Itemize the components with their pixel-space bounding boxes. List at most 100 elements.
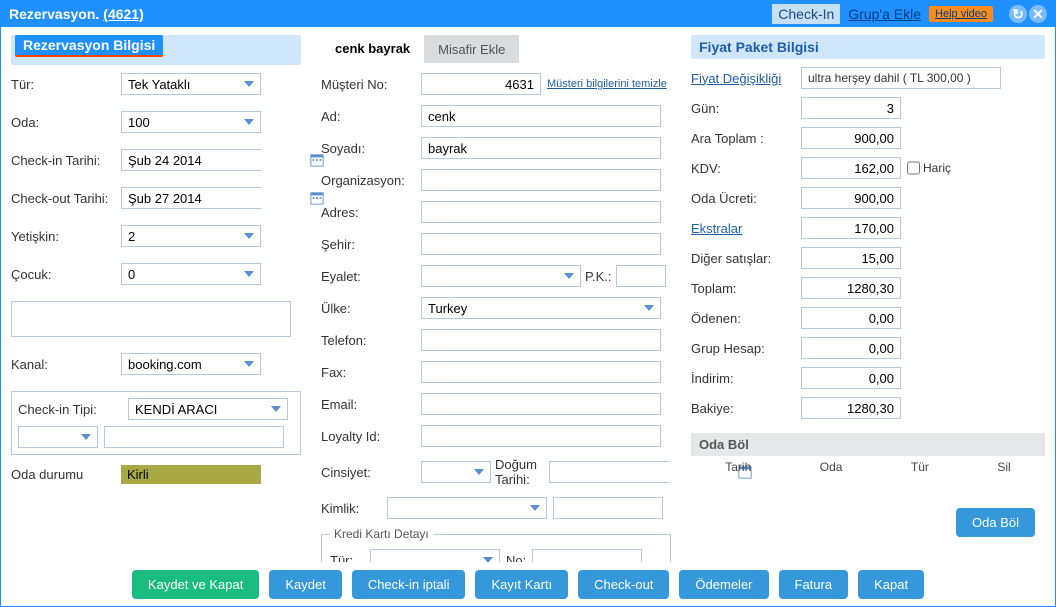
checkin-date-input[interactable] <box>121 149 261 171</box>
room-fee-value[interactable] <box>801 187 901 209</box>
split-col-room: Oda <box>820 460 843 474</box>
organization-label: Organizasyon: <box>321 173 421 188</box>
room-status-value: Kirli <box>121 465 261 484</box>
save-button[interactable]: Kaydet <box>269 570 341 599</box>
room-split-columns: Tarih Oda Tür Sil <box>691 456 1045 478</box>
split-col-date: Tarih <box>725 460 751 474</box>
checkout-date-field[interactable] <box>122 188 310 208</box>
customer-no-input[interactable] <box>421 73 541 95</box>
type-select[interactable] <box>121 73 261 95</box>
postcode-input[interactable] <box>616 265 666 287</box>
clear-customer-link[interactable]: Müsteri bilgilerini temizle <box>547 78 667 90</box>
identity-label: Kimlik: <box>321 501 381 516</box>
close-icon[interactable]: ✕ <box>1029 5 1047 23</box>
pricing-header: Fiyat Paket Bilgisi <box>691 35 1045 59</box>
state-select[interactable] <box>421 265 581 287</box>
room-select[interactable] <box>121 111 261 133</box>
customer-no-label: Müşteri No: <box>321 77 421 92</box>
extras-link[interactable]: Ekstralar <box>691 221 801 236</box>
reservation-id[interactable]: (4621) <box>103 6 143 22</box>
address-input[interactable] <box>421 201 661 223</box>
adult-label: Yetişkin: <box>11 229 121 244</box>
package-text: ultra herşey dahil ( TL 300,00 ) <box>801 67 1001 89</box>
tab-guest-active[interactable]: cenk bayrak <box>321 35 424 63</box>
tab-add-guest[interactable]: Misafir Ekle <box>424 35 519 63</box>
credit-card-legend: Kredi Kartı Detayı <box>330 527 433 541</box>
room-fee-label: Oda Ücreti: <box>691 191 801 206</box>
total-value[interactable] <box>801 277 901 299</box>
birthdate-input[interactable] <box>549 461 669 483</box>
checkout-button[interactable]: Check-out <box>578 570 669 599</box>
lastname-label: Soyadı: <box>321 141 421 156</box>
room-status-label: Oda durumu <box>11 467 121 482</box>
channel-select[interactable] <box>121 353 261 375</box>
split-col-delete: Sil <box>997 460 1010 474</box>
country-label: Ülke: <box>321 301 421 316</box>
checkin-type-select[interactable] <box>128 398 288 420</box>
gender-label: Cinsiyet: <box>321 465 421 480</box>
city-input[interactable] <box>421 233 661 255</box>
gender-select[interactable] <box>421 461 491 483</box>
paid-value[interactable] <box>801 307 901 329</box>
lastname-input[interactable] <box>421 137 661 159</box>
phone-label: Telefon: <box>321 333 421 348</box>
save-close-button[interactable]: Kaydet ve Kapat <box>132 570 259 599</box>
checkin-type-sub2[interactable] <box>104 426 284 448</box>
identity-no-input[interactable] <box>553 497 663 519</box>
reg-card-button[interactable]: Kayıt Kartı <box>475 570 568 599</box>
refresh-icon[interactable]: ↻ <box>1009 5 1027 23</box>
payments-button[interactable]: Ödemeler <box>679 570 768 599</box>
group-add-link[interactable]: Grup'a Ekle <box>848 6 921 22</box>
checkin-link[interactable]: Check-In <box>772 4 840 24</box>
checkout-date-input[interactable] <box>121 187 261 209</box>
identity-type-select[interactable] <box>387 497 547 519</box>
extras-value[interactable] <box>801 217 901 239</box>
email-label: Email: <box>321 397 421 412</box>
checkin-type-sub1[interactable] <box>18 426 98 448</box>
birthdate-label: Doğum Tarihi: <box>495 457 545 487</box>
checkin-date-field[interactable] <box>122 150 310 170</box>
cc-type-select[interactable] <box>370 549 500 562</box>
loyalty-input[interactable] <box>421 425 661 447</box>
country-select[interactable] <box>421 297 661 319</box>
phone-input[interactable] <box>421 329 661 351</box>
fax-label: Fax: <box>321 365 421 380</box>
email-input[interactable] <box>421 393 661 415</box>
help-video-button[interactable]: Help video <box>929 6 993 22</box>
checkin-date-label: Check-in Tarihi: <box>11 153 121 168</box>
credit-card-fieldset: Kredi Kartı Detayı Tür: No: Exp.: <box>321 527 671 562</box>
vat-excluded-input[interactable] <box>907 157 920 179</box>
child-select[interactable] <box>121 263 261 285</box>
type-label: Tür: <box>11 77 121 92</box>
subtotal-value[interactable] <box>801 127 901 149</box>
discount-value[interactable] <box>801 367 901 389</box>
room-split-button[interactable]: Oda Böl <box>956 508 1035 537</box>
fax-input[interactable] <box>421 361 661 383</box>
firstname-input[interactable] <box>421 105 661 127</box>
price-change-link[interactable]: Fiyat Değişikliği <box>691 71 801 86</box>
adult-select[interactable] <box>121 225 261 247</box>
organization-input[interactable] <box>421 169 661 191</box>
close-button[interactable]: Kapat <box>858 570 924 599</box>
split-col-type: Tür <box>911 460 929 474</box>
channel-label: Kanal: <box>11 357 121 372</box>
days-value[interactable] <box>801 97 901 119</box>
group-account-value[interactable] <box>801 337 901 359</box>
other-sales-label: Diğer satışlar: <box>691 251 801 266</box>
window-title: Rezervasyon. <box>9 6 99 22</box>
titlebar: Rezervasyon. (4621) Check-In Grup'a Ekle… <box>1 1 1055 27</box>
address-label: Adres: <box>321 205 421 220</box>
balance-value[interactable] <box>801 397 901 419</box>
checkin-cancel-button[interactable]: Check-in iptali <box>352 570 466 599</box>
other-sales-value[interactable] <box>801 247 901 269</box>
vat-excluded-checkbox[interactable]: Hariç <box>907 157 951 179</box>
notes-textarea[interactable] <box>11 301 291 337</box>
cc-no-label: No: <box>506 553 526 563</box>
postcode-label: P.K.: <box>585 269 612 284</box>
cc-no-input[interactable] <box>532 549 642 562</box>
discount-label: İndirim: <box>691 371 801 386</box>
invoice-button[interactable]: Fatura <box>779 570 849 599</box>
cc-type-label: Tür: <box>330 553 370 563</box>
vat-value[interactable] <box>801 157 901 179</box>
state-label: Eyalet: <box>321 269 421 284</box>
